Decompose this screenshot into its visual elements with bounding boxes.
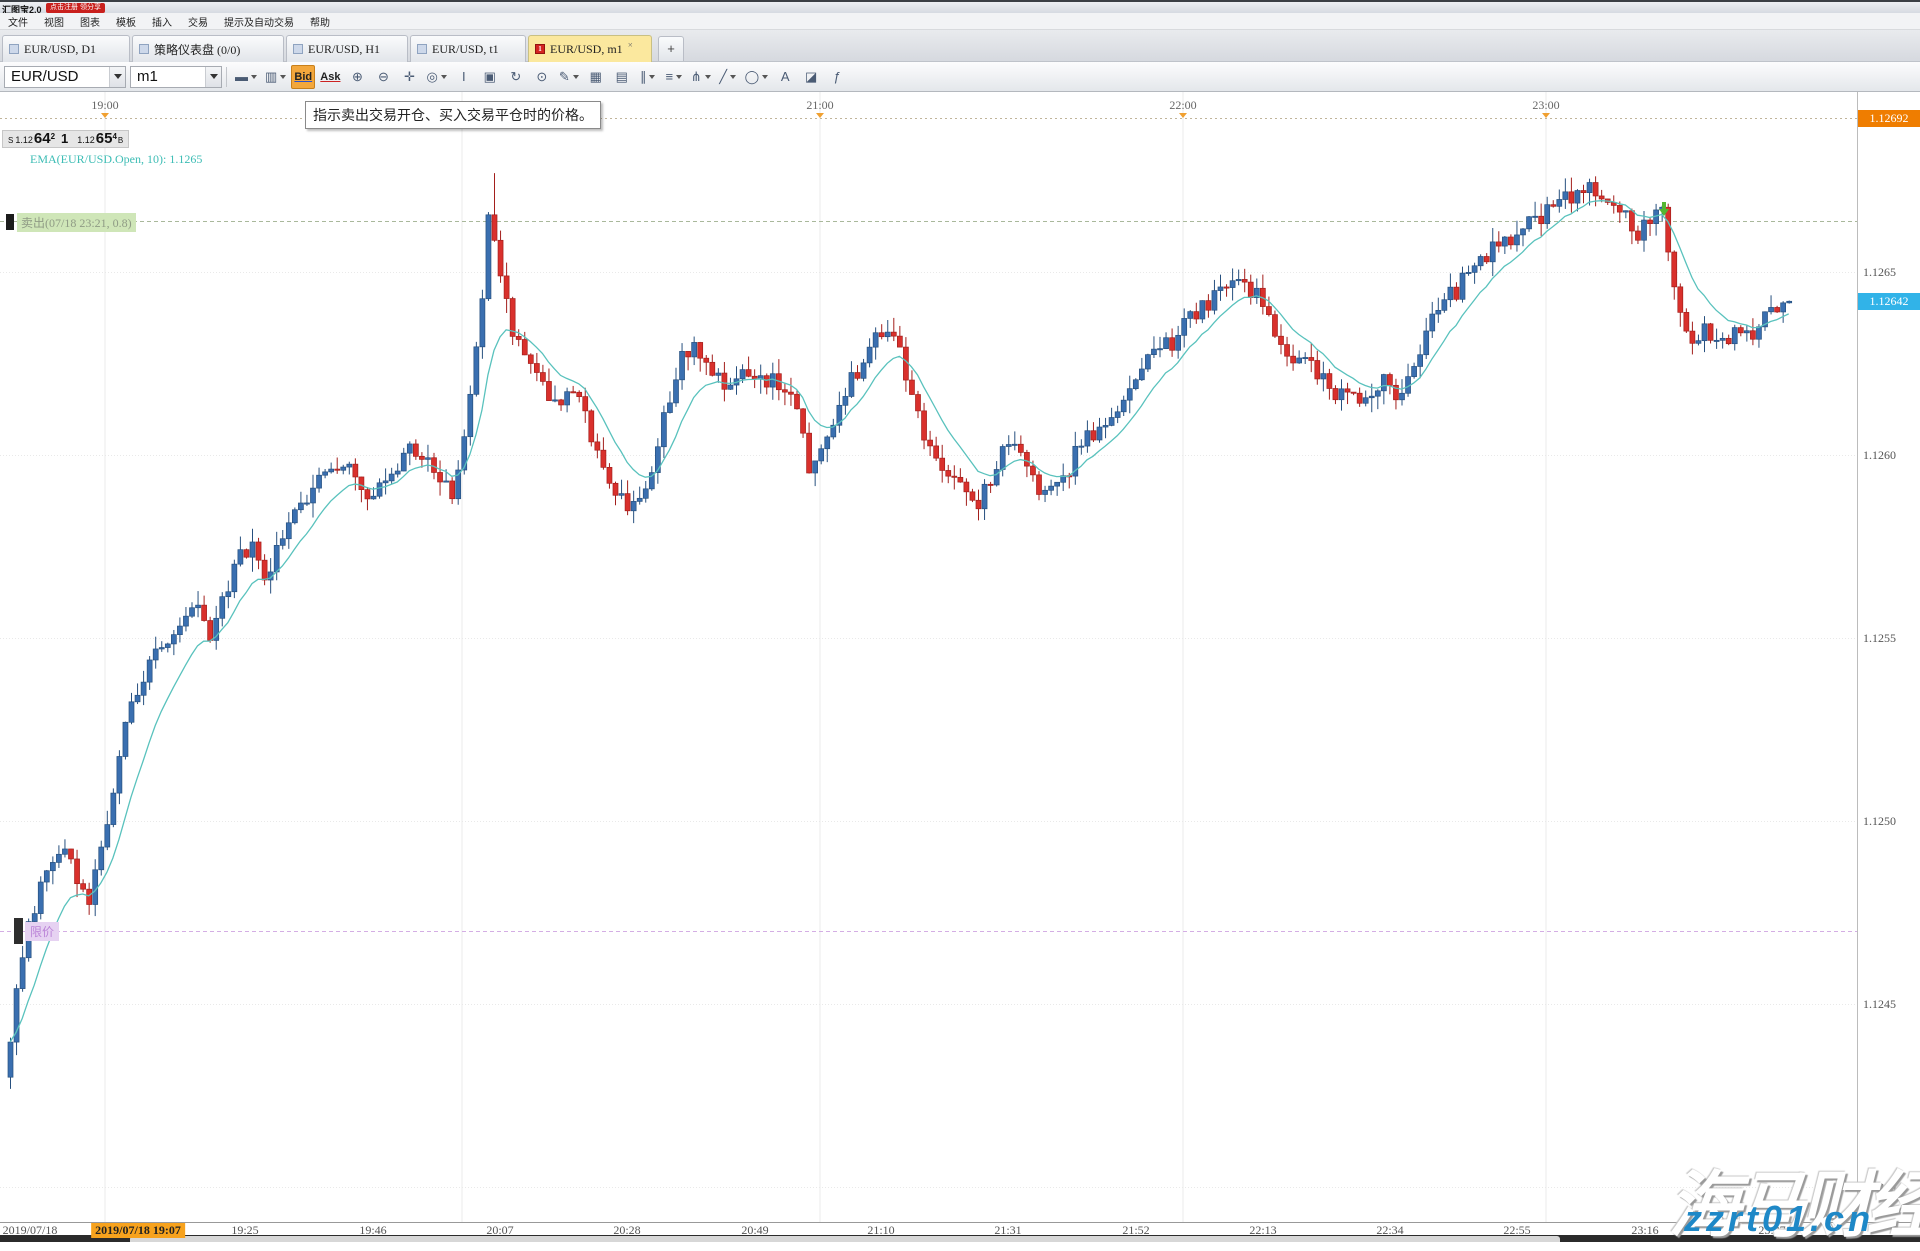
spread-value: 1	[61, 131, 68, 147]
eraser-icon[interactable]: ◪	[799, 65, 823, 89]
tab-label: EUR/USD, D1	[24, 42, 96, 57]
hour-tick-icon	[816, 113, 824, 118]
symbol-properties-icon[interactable]: ▬	[232, 65, 260, 89]
globe-icon[interactable]: ⊙	[530, 65, 554, 89]
symbol-value: EUR/USD	[5, 68, 109, 85]
price-tick-label: 1.1260	[1863, 448, 1896, 463]
time-axis[interactable]: 2019/07/182019/07/18 19:0719:2519:4620:0…	[0, 1222, 1920, 1235]
top-time-label: 19:00	[91, 98, 118, 113]
menu-bar: 文件视图图表模板插入交易提示及自动交易帮助	[0, 13, 1920, 30]
menu-item-模板[interactable]: 模板	[108, 14, 144, 29]
image-icon[interactable]: ▦	[584, 65, 608, 89]
selected-time-label: 2019/07/18 19:07	[91, 1223, 185, 1238]
tab-label: EUR/USD, m1	[550, 42, 623, 57]
position-candle-icon	[6, 214, 14, 230]
price-tick-label: 1.1250	[1863, 814, 1896, 829]
top-time-label: 22:00	[1169, 98, 1196, 113]
tab--0-0-[interactable]: 策略仪表盘 (0/0)	[132, 35, 284, 62]
tooltip: 指示卖出交易开仓、买入交易平仓时的价格。	[305, 101, 601, 129]
tab-chart-icon	[417, 44, 427, 54]
tab-label: 策略仪表盘 (0/0)	[154, 41, 240, 58]
timeframe-value: m1	[131, 68, 205, 85]
tab-bar: EUR/USD, D1 策略仪表盘 (0/0) EUR/USD, H1 EUR/USD…	[0, 30, 1920, 62]
timeframe-combobox[interactable]: m1	[130, 66, 222, 88]
buy-price-big: 65	[96, 131, 113, 147]
price-tick-label: 1.1255	[1863, 631, 1896, 646]
zoom-out-icon[interactable]: ⊖	[371, 65, 395, 89]
menu-item-视图[interactable]: 视图	[36, 14, 72, 29]
pitchfork-icon[interactable]: ⋔	[688, 65, 714, 89]
tool-buttons: ▬▥BidAsk⊕⊖✛◎Ι▣↻⊙✎▦▤∥≡⋔╱◯A◪ƒ	[231, 65, 850, 89]
sell-price-big: 64	[34, 131, 51, 147]
tab-label: EUR/USD, t1	[432, 42, 499, 57]
price-tick-label: 1.1245	[1863, 997, 1896, 1012]
calendar-icon[interactable]: ▤	[610, 65, 634, 89]
menu-item-图表[interactable]: 图表	[72, 14, 108, 29]
symbol-caret-icon[interactable]	[109, 67, 125, 87]
symbol-combobox[interactable]: EUR/USD	[4, 66, 126, 88]
magnifier-icon[interactable]: ◎	[423, 65, 449, 89]
watermark-url: zzrt01.cn	[1684, 1198, 1874, 1240]
indicators-icon[interactable]: ƒ	[825, 65, 849, 89]
menu-item-提示及自动交易[interactable]: 提示及自动交易	[216, 14, 302, 29]
ask-button[interactable]: Ask	[317, 65, 343, 89]
tab-close-icon[interactable]: ×	[628, 40, 633, 50]
refresh-icon[interactable]: ↻	[504, 65, 528, 89]
crosshair-icon[interactable]: ✛	[397, 65, 421, 89]
buy-price-sup: 4	[112, 132, 116, 141]
tab-eur-usd-m1[interactable]: 1 EUR/USD, m1 ×	[528, 35, 652, 62]
candlestick-canvas[interactable]	[0, 92, 1857, 1222]
bid-button[interactable]: Bid	[291, 65, 315, 89]
trendline-icon[interactable]: ╱	[716, 65, 740, 89]
timeframe-caret-icon[interactable]	[205, 67, 221, 87]
tab-eur-usd-h1[interactable]: EUR/USD, H1	[286, 35, 408, 62]
price-axis[interactable]: 1.12651.12601.12551.12501.12451.12401.12…	[1857, 92, 1920, 1222]
zoom-in-icon[interactable]: ⊕	[345, 65, 369, 89]
tab-chart-icon	[139, 44, 149, 54]
sell-prefix: S	[8, 136, 13, 145]
chart-type-icon[interactable]: ▥	[262, 65, 289, 89]
crossed-lines-icon[interactable]: ∥	[636, 65, 660, 89]
vertical-cursor-icon[interactable]: Ι	[452, 65, 476, 89]
sell-position-label[interactable]: 卖出(07/18 23:21, 0.8)	[6, 213, 136, 231]
menu-item-帮助[interactable]: 帮助	[302, 14, 338, 29]
window-layout-icon[interactable]: ▣	[478, 65, 502, 89]
menu-item-插入[interactable]: 插入	[144, 14, 180, 29]
tab-label: EUR/USD, H1	[308, 42, 380, 57]
toolbar-separator	[226, 67, 227, 87]
chart-area[interactable]: 19:00 21:00 22:00 23:00 S 1.12 64 2 1 1.12 …	[0, 92, 1920, 1222]
new-tab-button[interactable]: +	[658, 36, 684, 61]
hour-tick-icon	[1179, 113, 1187, 118]
tab-chart-icon	[9, 44, 19, 54]
text-label-icon[interactable]: A	[773, 65, 797, 89]
tab-chart-icon: 1	[535, 44, 545, 54]
buy-suffix: B	[118, 136, 123, 145]
menu-item-文件[interactable]: 文件	[0, 14, 36, 29]
last-price-badge: 1.12642	[1858, 293, 1920, 310]
bid-ask-quote: S 1.12 64 2 1 1.12 65 4 B	[2, 130, 129, 148]
day-high-badge: 1.12692	[1858, 110, 1920, 127]
ema-indicator-label: EMA(EUR/USD.Open, 10): 1.1265	[30, 152, 202, 167]
hour-tick-icon	[101, 113, 109, 118]
menu-item-交易[interactable]: 交易	[180, 14, 216, 29]
toolbar: EUR/USD m1 ▬▥BidAsk⊕⊖✛◎Ι▣↻⊙✎▦▤∥≡⋔╱◯A◪ƒ	[0, 62, 1920, 92]
top-time-label: 23:00	[1532, 98, 1559, 113]
bottom-strip	[0, 1235, 1920, 1242]
tab-eur-usd-t1[interactable]: EUR/USD, t1	[410, 35, 526, 62]
limit-order-label[interactable]: 限价	[14, 918, 59, 944]
tab-eur-usd-d1[interactable]: EUR/USD, D1	[2, 35, 130, 62]
buy-price-small: 1.12	[77, 135, 95, 145]
horizontal-lines-icon[interactable]: ≡	[662, 65, 686, 89]
top-time-label: 21:00	[806, 98, 833, 113]
sell-price-small: 1.12	[15, 135, 33, 145]
ruler-icon[interactable]: ✎	[556, 65, 582, 89]
price-tick-label: 1.1265	[1863, 265, 1896, 280]
window-titlebar: 汇图宝2.0 点击注册 领分享	[0, 0, 1920, 13]
hour-tick-icon	[1542, 113, 1550, 118]
limit-candle-icon	[14, 918, 23, 944]
sell-price-sup: 2	[51, 132, 55, 141]
ellipse-icon[interactable]: ◯	[742, 65, 772, 89]
tab-chart-icon	[293, 44, 303, 54]
promo-badge[interactable]: 点击注册 领分享	[46, 3, 105, 13]
